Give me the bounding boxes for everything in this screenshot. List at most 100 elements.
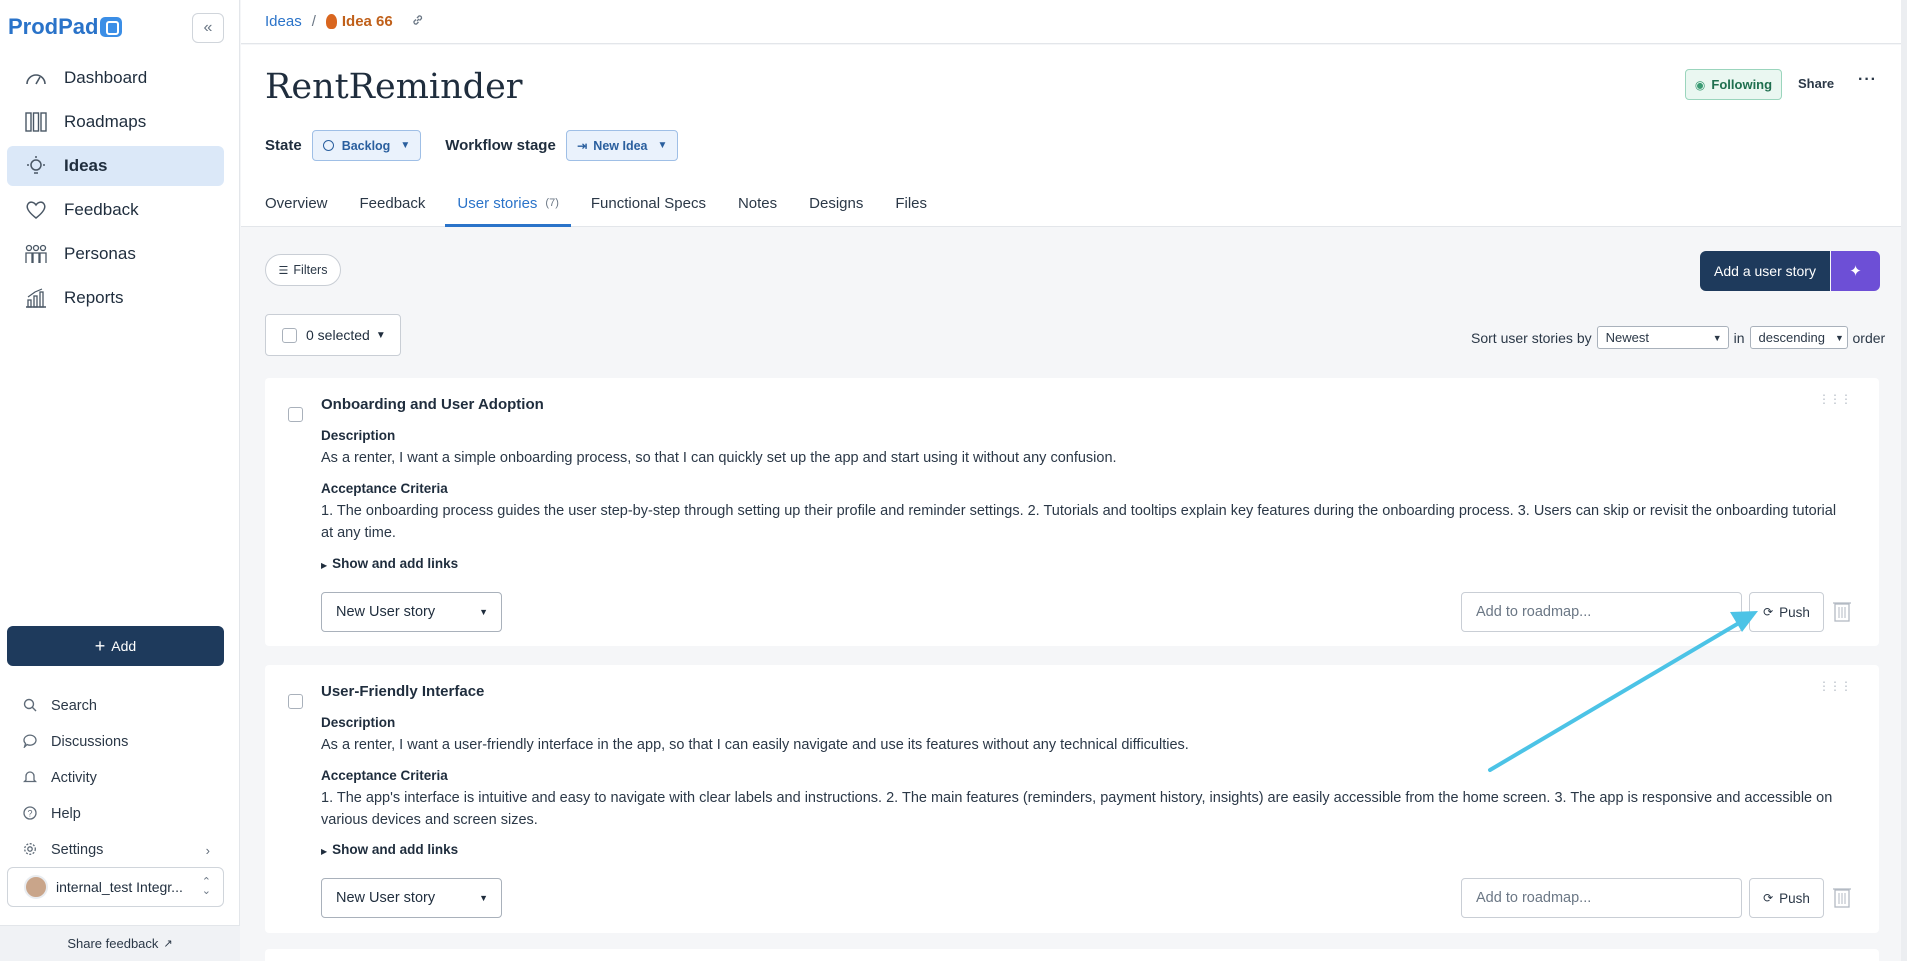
people-icon bbox=[23, 243, 49, 265]
triangle-right-icon: ▶ bbox=[321, 561, 328, 570]
user-story-card: Onboarding and User Adoption ⋮⋮⋮ Descrip… bbox=[265, 378, 1879, 646]
nav-item-dashboard[interactable]: Dashboard bbox=[7, 58, 224, 98]
sort-order-select[interactable]: descending ▼ bbox=[1749, 326, 1848, 349]
sort-in-label: in bbox=[1733, 329, 1745, 346]
sort-field-select[interactable]: Newest ▼ bbox=[1596, 326, 1729, 349]
breadcrumb-ideas-link[interactable]: Ideas bbox=[265, 13, 302, 30]
scrollbar[interactable] bbox=[1901, 0, 1907, 961]
tab-label: User stories bbox=[457, 195, 538, 212]
tab-notes[interactable]: Notes bbox=[726, 188, 789, 227]
breadcrumb-current-label: Idea 66 bbox=[341, 13, 393, 30]
caret-down-icon: ▼ bbox=[375, 329, 386, 341]
search-icon bbox=[21, 698, 39, 715]
util-item-discussions[interactable]: Discussions bbox=[7, 724, 224, 760]
drag-handle-icon[interactable]: ⋮⋮⋮ bbox=[1818, 393, 1852, 405]
story-title[interactable]: User-Friendly Interface bbox=[321, 683, 484, 700]
filters-label: Filters bbox=[293, 263, 328, 277]
copy-link-icon[interactable] bbox=[411, 13, 425, 30]
external-link-icon: ↗ bbox=[163, 938, 173, 950]
add-button[interactable]: + Add bbox=[7, 626, 224, 666]
util-item-activity[interactable]: Activity bbox=[7, 760, 224, 796]
filters-button[interactable]: ☰ Filters bbox=[265, 254, 341, 286]
main-content: Ideas / Idea 66 RentReminder ◉ Following… bbox=[241, 0, 1907, 961]
bulk-select-dropdown[interactable]: 0 selected ▼ bbox=[265, 314, 401, 356]
share-feedback-link[interactable]: Share feedback ↗ bbox=[0, 925, 240, 961]
show-links-toggle[interactable]: ▶ Show and add links bbox=[321, 842, 458, 857]
trash-icon[interactable] bbox=[1833, 886, 1851, 908]
story-type-value: New User story bbox=[336, 604, 436, 620]
util-label: Discussions bbox=[51, 734, 129, 750]
selected-count: 0 selected bbox=[306, 327, 370, 343]
page-title: RentReminder bbox=[265, 67, 523, 107]
tab-feedback[interactable]: Feedback bbox=[348, 188, 438, 227]
utility-nav: Search Discussions Activity ? Help Setti… bbox=[7, 688, 224, 868]
drag-handle-icon[interactable]: ⋮⋮⋮ bbox=[1818, 680, 1852, 692]
story-type-select[interactable]: New User story ▼ bbox=[321, 592, 502, 632]
user-switcher[interactable]: internal_test Integr... ⌃ ⌄ bbox=[7, 867, 224, 907]
nav-item-reports[interactable]: Reports bbox=[7, 278, 224, 318]
grid-icon bbox=[23, 111, 49, 133]
tab-user-stories[interactable]: User stories (7) bbox=[445, 188, 571, 227]
acceptance-criteria: 1. The onboarding process guides the use… bbox=[321, 503, 1837, 541]
select-all-checkbox[interactable] bbox=[282, 327, 297, 343]
story-checkbox[interactable] bbox=[288, 694, 303, 709]
state-row: State Backlog ▼ Workflow stage ⇥ New Ide… bbox=[265, 130, 679, 161]
tab-designs[interactable]: Designs bbox=[797, 188, 875, 227]
nav-item-personas[interactable]: Personas bbox=[7, 234, 224, 274]
description-label: Description bbox=[321, 428, 396, 443]
show-links-toggle[interactable]: ▶ Show and add links bbox=[321, 556, 458, 571]
push-sync-icon: ⟳ bbox=[1763, 605, 1774, 619]
ai-generate-button[interactable]: ✦ bbox=[1831, 251, 1880, 291]
share-button[interactable]: Share bbox=[1798, 76, 1834, 91]
push-button[interactable]: ⟳ Push bbox=[1749, 878, 1824, 918]
svg-text:?: ? bbox=[27, 808, 32, 818]
push-button[interactable]: ⟳ Push bbox=[1749, 592, 1824, 632]
prodpad-logo[interactable]: ProdPad bbox=[8, 14, 123, 40]
add-user-story-button[interactable]: Add a user story bbox=[1700, 251, 1830, 291]
idea-bulb-icon bbox=[325, 14, 337, 29]
util-item-settings[interactable]: Settings › bbox=[7, 832, 224, 868]
util-label: Activity bbox=[51, 770, 97, 786]
nav-item-ideas[interactable]: Ideas bbox=[7, 146, 224, 186]
acceptance-criteria-label: Acceptance Criteria bbox=[321, 481, 448, 496]
story-title[interactable]: Onboarding and User Adoption bbox=[321, 396, 544, 413]
trash-icon[interactable] bbox=[1833, 600, 1851, 622]
sort-order-value: descending bbox=[1758, 330, 1826, 345]
workflow-dropdown[interactable]: ⇥ New Idea ▼ bbox=[565, 130, 679, 161]
collapse-sidebar-button[interactable]: « bbox=[192, 13, 224, 43]
gauge-icon bbox=[23, 67, 49, 89]
add-to-roadmap-input[interactable]: Add to roadmap... bbox=[1461, 592, 1742, 632]
heart-icon bbox=[23, 199, 49, 221]
idea-header: RentReminder ◉ Following Share ··· State… bbox=[241, 45, 1907, 227]
gear-icon bbox=[21, 842, 39, 859]
sort-suffix: order bbox=[1852, 329, 1886, 346]
nav-label: Dashboard bbox=[64, 68, 148, 87]
caret-down-icon: ▼ bbox=[1835, 332, 1844, 343]
breadcrumb-separator: / bbox=[311, 13, 316, 30]
util-item-help[interactable]: ? Help bbox=[7, 796, 224, 832]
chart-icon bbox=[23, 287, 49, 309]
util-label: Help bbox=[51, 806, 81, 822]
tab-functional-specs[interactable]: Functional Specs bbox=[579, 188, 718, 227]
caret-down-icon: ▼ bbox=[479, 893, 488, 903]
nav-label: Roadmaps bbox=[64, 112, 147, 131]
more-options-icon[interactable]: ··· bbox=[1858, 71, 1877, 89]
chevron-right-icon: › bbox=[205, 842, 210, 858]
nav-label: Personas bbox=[64, 244, 136, 263]
tab-files[interactable]: Files bbox=[883, 188, 939, 227]
util-item-search[interactable]: Search bbox=[7, 688, 224, 724]
state-dropdown[interactable]: Backlog ▼ bbox=[311, 130, 422, 161]
add-to-roadmap-input[interactable]: Add to roadmap... bbox=[1461, 878, 1742, 918]
following-button[interactable]: ◉ Following bbox=[1685, 69, 1782, 100]
sort-field-value: Newest bbox=[1605, 330, 1649, 345]
tab-label: Overview bbox=[265, 195, 328, 212]
show-links-label: Show and add links bbox=[332, 556, 459, 571]
story-description: As a renter, I want a simple onboarding … bbox=[321, 450, 1117, 466]
story-type-select[interactable]: New User story ▼ bbox=[321, 878, 502, 918]
caret-down-icon: ▼ bbox=[479, 607, 488, 617]
push-sync-icon: ⟳ bbox=[1763, 891, 1774, 905]
story-checkbox[interactable] bbox=[288, 407, 303, 422]
nav-item-feedback[interactable]: Feedback bbox=[7, 190, 224, 230]
tab-overview[interactable]: Overview bbox=[253, 188, 340, 227]
nav-item-roadmaps[interactable]: Roadmaps bbox=[7, 102, 224, 142]
